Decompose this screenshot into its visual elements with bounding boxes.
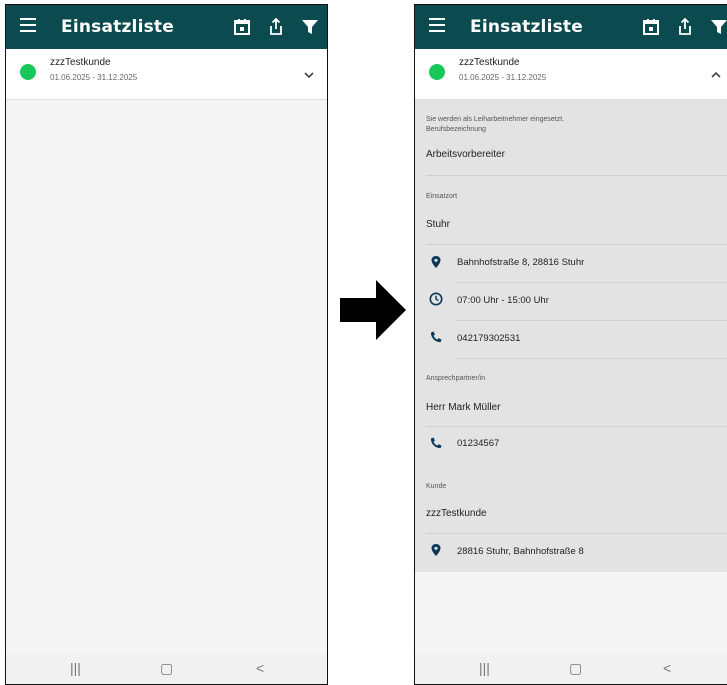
share-icon[interactable]	[674, 16, 696, 38]
location-label: Einsatzort	[426, 193, 458, 200]
app-title: Einsatzliste	[61, 17, 174, 37]
share-icon[interactable]	[265, 16, 287, 38]
entry-dates: 01.06.2025 - 31.12.2025	[459, 73, 547, 82]
list-item-entry[interactable]: zzzTestkunde 01.06.2025 - 31.12.2025	[6, 49, 327, 100]
entry-details-panel: Sie werden als Leiharbeitnehmer eingeset…	[415, 100, 727, 572]
menu-icon[interactable]	[429, 18, 445, 32]
entry-customer: zzzTestkunde	[50, 57, 111, 68]
calendar-icon[interactable]	[640, 16, 662, 38]
location-pin-icon	[429, 255, 443, 269]
calendar-icon[interactable]	[231, 16, 253, 38]
status-dot	[429, 64, 445, 80]
phone-icon	[429, 436, 443, 450]
filter-icon[interactable]	[299, 16, 321, 38]
contact-label: Ansprechpartner/in	[426, 375, 486, 382]
back-button[interactable]: <	[663, 660, 671, 676]
contact-phone-link[interactable]: 01234567	[457, 438, 499, 449]
status-dot	[20, 64, 36, 80]
divider	[426, 426, 727, 427]
phone-screen-expanded: Einsatzliste zzzTestkunde 01.06.2025 - 3…	[414, 4, 727, 685]
employment-note: Sie werden als Leiharbeitnehmer eingeset…	[426, 116, 565, 123]
address-link[interactable]: Bahnhofstraße 8, 28816 Stuhr	[457, 257, 584, 268]
divider	[455, 282, 727, 283]
contact-value: Herr Mark Müller	[426, 402, 501, 413]
divider	[426, 533, 727, 534]
divider	[455, 358, 727, 359]
location-pin-icon	[429, 543, 443, 557]
chevron-down-icon[interactable]	[303, 67, 315, 79]
customer-label: Kunde	[426, 483, 447, 490]
home-button[interactable]: ▢	[569, 660, 582, 677]
phone-icon	[429, 330, 443, 344]
customer-address-link[interactable]: 28816 Stuhr, Bahnhofstraße 8	[457, 546, 584, 557]
back-button[interactable]: <	[256, 660, 264, 676]
job-value: Arbeitsvorbereiter	[426, 149, 505, 160]
recent-apps-button[interactable]: |||	[479, 660, 490, 676]
divider	[426, 244, 727, 245]
home-button[interactable]: ▢	[160, 660, 173, 677]
location-value: Stuhr	[426, 219, 450, 230]
divider	[426, 175, 727, 176]
working-hours: 07:00 Uhr - 15:00 Uhr	[457, 295, 549, 306]
app-title: Einsatzliste	[470, 17, 583, 37]
phone-screen-collapsed: Einsatzliste zzzTestkunde 01.06.2025 - 3…	[5, 4, 328, 685]
menu-icon[interactable]	[20, 18, 36, 32]
app-bar: Einsatzliste	[415, 5, 727, 49]
app-bar: Einsatzliste	[6, 5, 327, 49]
job-label: Berufsbezeichnung	[426, 126, 486, 133]
transition-arrow-icon	[340, 280, 406, 340]
customer-value: zzzTestkunde	[426, 508, 487, 519]
filter-icon[interactable]	[708, 16, 727, 38]
recent-apps-button[interactable]: |||	[70, 660, 81, 676]
system-nav-bar: ||| ▢ <	[415, 654, 727, 684]
divider	[455, 320, 727, 321]
system-nav-bar: ||| ▢ <	[6, 654, 327, 684]
chevron-up-icon[interactable]	[710, 67, 722, 78]
clock-icon	[429, 292, 443, 306]
entry-customer: zzzTestkunde	[459, 57, 520, 68]
entry-dates: 01.06.2025 - 31.12.2025	[50, 73, 138, 82]
phone-link[interactable]: 042179302531	[457, 333, 520, 344]
list-item-entry[interactable]: zzzTestkunde 01.06.2025 - 31.12.2025	[415, 49, 727, 100]
